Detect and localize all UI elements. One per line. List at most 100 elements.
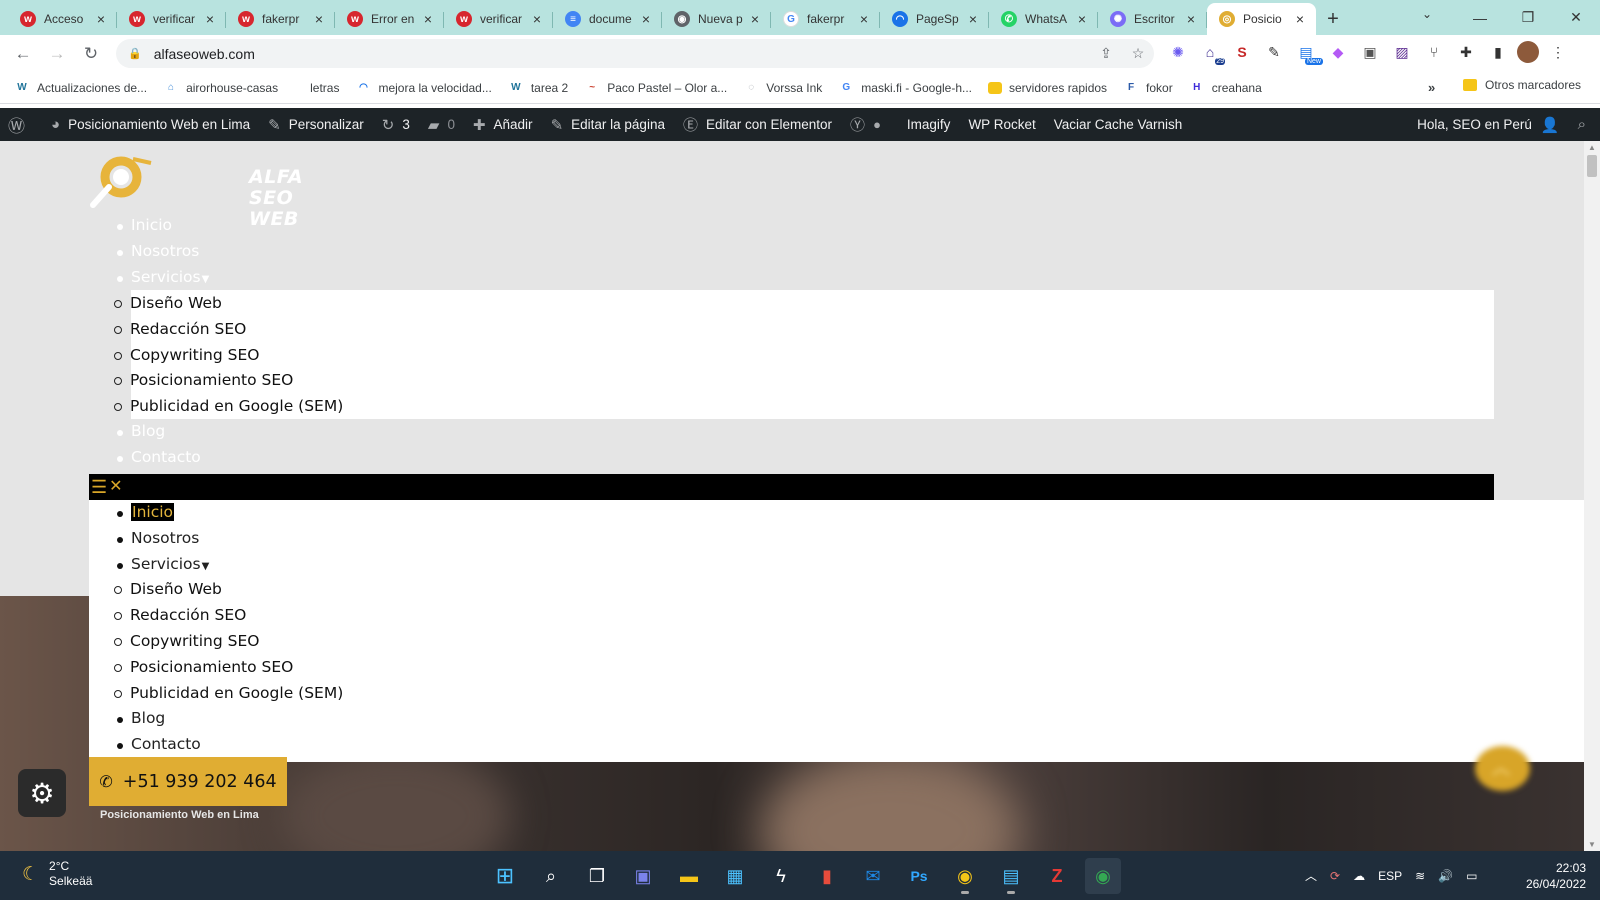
menu-item-nosotros[interactable]: Nosotros xyxy=(89,239,1494,265)
chrome-icon[interactable]: ◉ xyxy=(1085,858,1121,894)
new-tab-button[interactable]: + xyxy=(1316,3,1350,35)
close-icon[interactable]: ✕ xyxy=(109,478,122,496)
microsoft-store-icon[interactable]: ▦ xyxy=(717,858,753,894)
scroll-to-top-button[interactable]: ︿ xyxy=(1475,746,1530,791)
pen-extension-icon[interactable]: ✎ xyxy=(1261,39,1287,65)
bookmark-item[interactable]: ◠ mejora la velocidad... xyxy=(355,80,492,96)
minimize-button[interactable]: — xyxy=(1456,0,1504,35)
bookmark-item[interactable]: servidores rapidos xyxy=(988,81,1107,95)
close-window-button[interactable]: ✕ xyxy=(1552,0,1600,35)
bookmark-star-icon[interactable]: ☆ xyxy=(1122,45,1154,62)
bookmark-item[interactable]: W Actualizaciones de... xyxy=(14,80,147,96)
tab-close-icon[interactable]: × xyxy=(965,11,981,27)
comments-link[interactable]: ▰ 0 xyxy=(428,116,455,134)
onedrive-icon[interactable]: ☁ xyxy=(1353,869,1365,883)
menu-item-blog[interactable]: Blog xyxy=(89,419,1494,445)
admin-search[interactable]: ⌕ xyxy=(1578,116,1586,133)
extensions-puzzle-icon[interactable]: ✚ xyxy=(1453,39,1479,65)
menu-item-servicios[interactable]: Servicios▼ xyxy=(89,552,1584,578)
site-name-link[interactable]: ◕ Posicionamiento Web en Lima xyxy=(51,116,250,133)
submenu-item[interactable]: Posicionamiento SEO xyxy=(89,368,1494,394)
yoast-link[interactable]: Ⓨ ● xyxy=(850,114,889,135)
fork-extension-icon[interactable]: ⑂ xyxy=(1421,39,1447,65)
tab-close-icon[interactable]: × xyxy=(856,11,872,27)
more-bookmarks-button[interactable]: » xyxy=(1428,80,1435,95)
photo-extension-icon[interactable]: ▨ xyxy=(1389,39,1415,65)
bookmark-item[interactable]: Gmaski.fi - Google-h... xyxy=(838,80,972,96)
chrome-canary-icon[interactable]: ◉ xyxy=(947,858,983,894)
side-panel-icon[interactable]: ▮ xyxy=(1485,39,1511,65)
submenu-item[interactable]: Copywriting SEO xyxy=(89,343,1494,369)
browser-tab[interactable]: ◉ Nueva p × xyxy=(662,3,771,35)
call-button[interactable]: ✆ +51 939 202 464 xyxy=(89,757,287,806)
tab-search-icon[interactable]: ⌄ xyxy=(1422,7,1432,21)
address-bar[interactable]: 🔒 alfaseoweb.com ⇪ ☆ xyxy=(116,39,1154,68)
bookmark-item[interactable]: letras xyxy=(294,81,339,95)
menu-item-contacto[interactable]: Contacto xyxy=(89,732,1584,758)
browser-tab[interactable]: Gfakerpr × xyxy=(771,3,880,35)
bookmark-item[interactable]: Ffokor xyxy=(1123,80,1173,96)
chevron-up-icon[interactable]: ︿ xyxy=(1305,867,1317,884)
teams-chat-icon[interactable]: ▣ xyxy=(625,858,661,894)
account-menu[interactable]: Hola, SEO en Perú 👤 xyxy=(1417,116,1560,134)
tab-close-icon[interactable]: × xyxy=(638,11,654,27)
scroll-down-arrow-icon[interactable]: ▼ xyxy=(1588,840,1596,849)
clock[interactable]: 22:03 26/04/2022 xyxy=(1526,860,1586,892)
customize-link[interactable]: ✎ Personalizar xyxy=(268,116,364,134)
battery-icon[interactable]: ▭ xyxy=(1466,869,1477,883)
menu-item-servicios[interactable]: Servicios▼ xyxy=(89,265,1494,291)
add-new-link[interactable]: ✚ Añadir xyxy=(473,116,533,134)
imagify-link[interactable]: Imagify xyxy=(907,117,951,132)
profile-avatar[interactable] xyxy=(1517,41,1539,63)
file-explorer-icon[interactable]: ▬ xyxy=(671,858,707,894)
tab-close-icon[interactable]: × xyxy=(1292,11,1308,27)
submenu-item[interactable]: Publicidad en Google (SEM) xyxy=(89,681,1584,707)
filezilla-icon[interactable]: Z xyxy=(1039,858,1075,894)
menu-item-inicio[interactable]: Inicio xyxy=(89,500,1584,526)
photoshop-icon[interactable]: Ps xyxy=(901,858,937,894)
settings-gear-icon[interactable]: ⚙ xyxy=(18,769,66,817)
task-view-icon[interactable]: ❐ xyxy=(579,858,615,894)
wifi-icon[interactable]: ≋ xyxy=(1415,869,1425,883)
scrollbar-thumb[interactable] xyxy=(1587,155,1597,177)
submenu-item[interactable]: Diseño Web xyxy=(89,291,1494,317)
lightning-app-icon[interactable]: ϟ xyxy=(763,858,799,894)
outlook-icon[interactable]: ✉ xyxy=(855,858,891,894)
restore-button[interactable]: ❐ xyxy=(1504,0,1552,35)
share-icon[interactable]: ⇪ xyxy=(1090,45,1122,62)
kebab-menu-icon[interactable]: ⋮ xyxy=(1545,39,1571,65)
start-button-icon[interactable]: ⊞ xyxy=(487,858,523,894)
tab-close-icon[interactable]: × xyxy=(311,11,327,27)
submenu-item[interactable]: Redacción SEO xyxy=(89,603,1584,629)
submenu-item[interactable]: Copywriting SEO xyxy=(89,629,1584,655)
menu-item-nosotros[interactable]: Nosotros xyxy=(89,526,1584,552)
school-extension-icon[interactable]: ⌂ 29 xyxy=(1197,39,1225,65)
language-indicator[interactable]: ESP xyxy=(1378,869,1402,883)
perplexity-extension-icon[interactable]: ✺ xyxy=(1165,39,1191,65)
submenu-item[interactable]: Posicionamiento SEO xyxy=(89,655,1584,681)
bookmark-item[interactable]: Wtarea 2 xyxy=(508,80,568,96)
menu-item-blog[interactable]: Blog xyxy=(89,706,1584,732)
tab-close-icon[interactable]: × xyxy=(747,11,763,27)
submenu-item[interactable]: Publicidad en Google (SEM) xyxy=(89,394,1494,420)
edit-page-link[interactable]: ✎ Editar la página xyxy=(551,116,665,134)
bookmark-item[interactable]: Hcreahana xyxy=(1189,80,1262,96)
browser-tab[interactable]: ◠ PageSp × xyxy=(880,3,989,35)
tab-close-icon[interactable]: × xyxy=(1074,11,1090,27)
browser-tab[interactable]: w verificar × xyxy=(117,3,226,35)
site-logo[interactable]: ALFA SEO WEB xyxy=(89,153,303,230)
new-extension-icon[interactable]: ▤ New xyxy=(1293,39,1323,65)
colorful-extension-icon[interactable]: ◆ xyxy=(1325,39,1351,65)
other-bookmarks-folder[interactable]: Otros marcadores xyxy=(1463,78,1581,92)
forward-button[interactable]: → xyxy=(42,39,72,69)
browser-tab[interactable]: ◎ Posicio × xyxy=(1207,3,1316,35)
reload-button[interactable]: ↻ xyxy=(76,39,106,69)
s-extension-icon[interactable]: S xyxy=(1229,39,1255,65)
bookmark-item[interactable]: ◌ Vorssa Ink xyxy=(743,80,822,96)
sync-icon[interactable]: ⟳ xyxy=(1330,869,1340,883)
scroll-up-arrow-icon[interactable]: ▲ xyxy=(1588,143,1596,152)
updates-link[interactable]: ↻ 3 xyxy=(382,116,410,134)
browser-tab[interactable]: ✺ Escritor × xyxy=(1098,3,1207,35)
tab-close-icon[interactable]: × xyxy=(1183,11,1199,27)
page-scrollbar[interactable]: ▲ ▼ xyxy=(1584,141,1600,851)
